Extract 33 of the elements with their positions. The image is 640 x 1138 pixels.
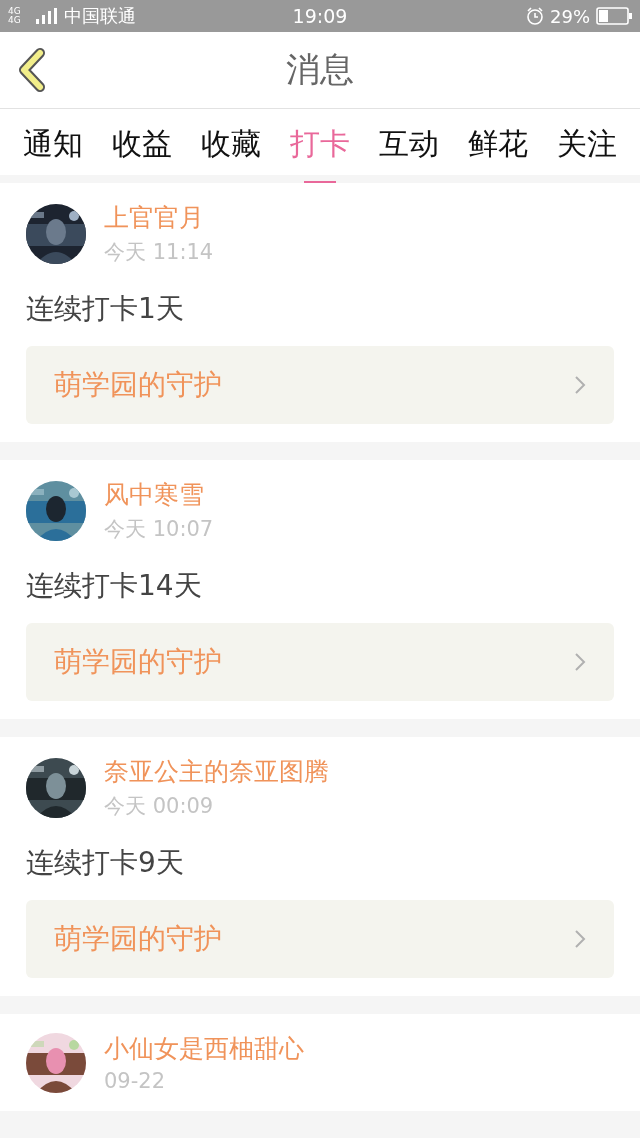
checkin-streak-text: 连续打卡1天 bbox=[26, 291, 185, 327]
tab[interactable]: 互动 bbox=[379, 121, 440, 185]
timestamp: 今天 11:14 bbox=[104, 239, 214, 266]
checkin-streak-text: 连续打卡9天 bbox=[26, 845, 185, 881]
tab[interactable]: 打卡 bbox=[290, 121, 350, 185]
battery-icon bbox=[596, 7, 632, 25]
page-title: 消息 bbox=[286, 48, 354, 91]
back-button[interactable] bbox=[16, 48, 48, 92]
group-link[interactable]: 萌学园的守护 bbox=[26, 346, 614, 424]
signal-icon bbox=[36, 8, 58, 24]
carrier-label: 中国联通 bbox=[64, 4, 136, 28]
user-name[interactable]: 小仙女是西柚甜心 bbox=[104, 1032, 304, 1065]
group-link[interactable]: 萌学园的守护 bbox=[26, 900, 614, 978]
alarm-icon bbox=[526, 7, 544, 25]
user-name[interactable]: 风中寒雪 bbox=[104, 478, 214, 511]
checkin-streak-text: 连续打卡14天 bbox=[26, 568, 203, 604]
timestamp: 09-22 bbox=[104, 1069, 167, 1093]
tab[interactable]: 关注 bbox=[557, 121, 618, 185]
tab[interactable]: 收益 bbox=[111, 121, 172, 185]
battery-percent: 29% bbox=[550, 5, 590, 27]
tab[interactable]: 收藏 bbox=[200, 121, 261, 185]
user-name[interactable]: 奈亚公主的奈亚图腾 bbox=[104, 755, 329, 788]
network-label: 4G 4G bbox=[8, 7, 22, 25]
clock: 19:09 bbox=[292, 5, 348, 27]
user-name[interactable]: 上官官月 bbox=[104, 201, 214, 234]
timestamp: 今天 00:09 bbox=[104, 793, 215, 820]
tab[interactable]: 鲜花 bbox=[468, 121, 529, 185]
chevron-icon bbox=[574, 375, 586, 395]
timestamp: 今天 10:07 bbox=[104, 516, 214, 543]
chevron-icon bbox=[574, 652, 586, 672]
chevron-icon bbox=[574, 929, 586, 949]
group-link[interactable]: 萌学园的守护 bbox=[26, 623, 614, 701]
tab[interactable]: 通知 bbox=[22, 121, 83, 185]
